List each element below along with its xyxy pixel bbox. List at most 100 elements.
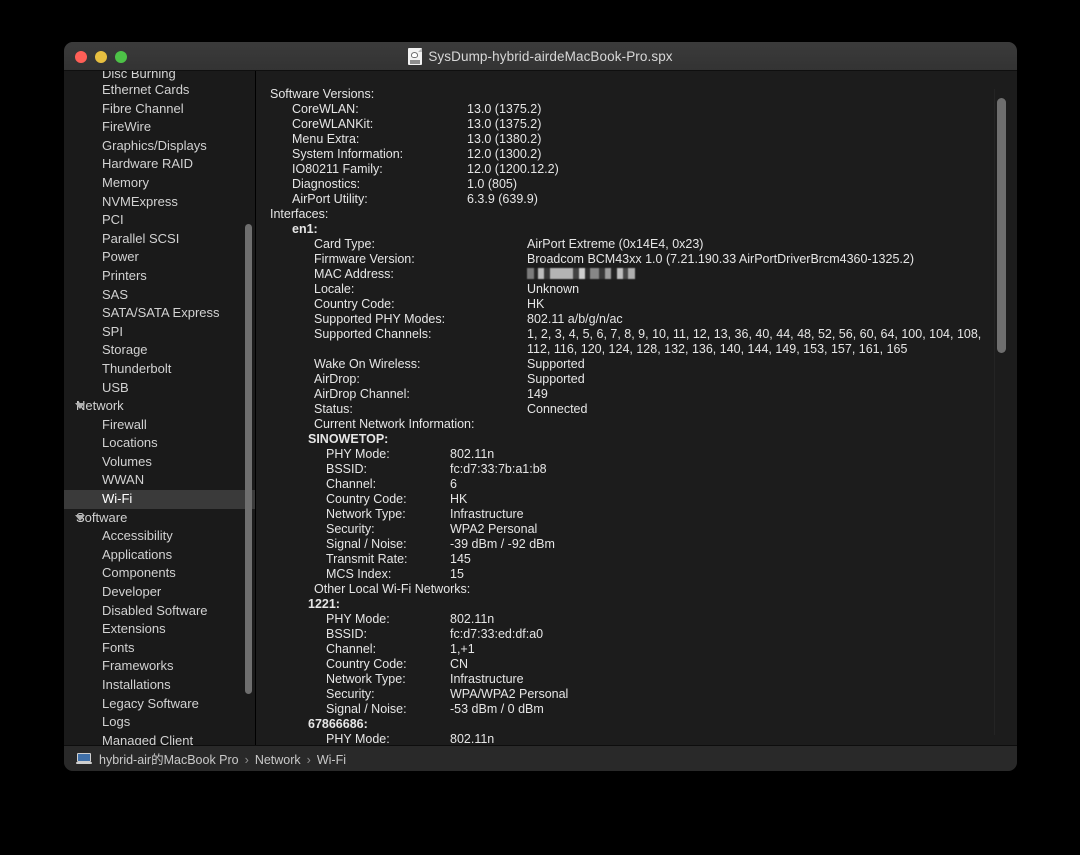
report-key: Current Network Information: — [314, 417, 475, 431]
window-body: Disc Burning Ethernet Cards Fibre Channel F… — [64, 71, 1017, 745]
sidebar-item-memory[interactable]: Memory — [64, 174, 255, 193]
status-breadcrumb-bar: hybrid-air的MacBook Pro › Network › Wi-Fi — [64, 745, 1017, 771]
report-key: Card Type: — [314, 237, 375, 251]
sidebar-item-frameworks[interactable]: Frameworks — [64, 657, 255, 676]
report-value: 1,+1 — [450, 642, 475, 656]
report-line: Interfaces: — [270, 207, 329, 221]
report-key: en1: — [292, 222, 318, 236]
sidebar-item-logs[interactable]: Logs — [64, 713, 255, 732]
report-key: CoreWLAN: — [292, 102, 359, 116]
sidebar-item-wi-fi[interactable]: Wi-Fi — [64, 490, 255, 509]
sidebar-item-fibre-channel[interactable]: Fibre Channel — [64, 100, 255, 119]
sidebar-item-storage[interactable]: Storage — [64, 341, 255, 360]
macbook-icon — [76, 753, 92, 764]
sidebar-scrollbar[interactable] — [245, 224, 252, 694]
sidebar-item-label: Developer — [102, 584, 162, 600]
report-value: Broadcom BCM43xx 1.0 (7.21.190.33 AirPor… — [527, 252, 914, 266]
report-line: Signal / Noise: -39 dBm / -92 dBm — [264, 537, 1017, 552]
window-title: SysDump-hybrid-airdeMacBook-Pro.spx — [428, 48, 673, 64]
report-line: Network Type: Infrastructure — [264, 507, 1017, 522]
sidebar-item-wwan[interactable]: WWAN — [64, 471, 255, 490]
report-key: Diagnostics: — [292, 177, 361, 191]
report-key: CoreWLANKit: — [292, 117, 374, 131]
report-key: PHY Mode: — [326, 732, 390, 745]
report-value: 6 — [450, 477, 457, 491]
breadcrumb-separator: › — [306, 752, 311, 767]
report-content[interactable]: Software Versions: CoreWLAN: 13.0 (1375.2)… — [256, 71, 1017, 745]
report-value: 6.3.9 (639.9) — [467, 192, 538, 206]
close-button[interactable] — [75, 51, 87, 63]
report-line: System Information: 12.0 (1300.2) — [264, 147, 1017, 162]
sidebar-item-hardware-raid[interactable]: Hardware RAID — [64, 155, 255, 174]
maximize-button[interactable] — [115, 51, 127, 63]
spx-document-icon — [408, 47, 423, 65]
report-line: CoreWLAN: 13.0 (1375.2) — [264, 102, 1017, 117]
report-line: Other Local Wi-Fi Networks: — [264, 582, 1017, 597]
sidebar-item-accessibility[interactable]: Accessibility — [64, 527, 255, 546]
sidebar-item-pci[interactable]: PCI — [64, 211, 255, 230]
report-value: 1.0 (805) — [467, 177, 518, 191]
sidebar-item-usb[interactable]: USB — [64, 379, 255, 398]
report-line: MCS Index: 15 — [264, 567, 1017, 582]
sidebar-item-label: Fonts — [102, 639, 135, 655]
sidebar-item-volumes[interactable]: Volumes — [64, 453, 255, 472]
window-titlebar[interactable]: SysDump-hybrid-airdeMacBook-Pro.spx — [64, 42, 1017, 71]
sidebar-item-label: Hardware RAID — [102, 156, 194, 172]
disclosure-triangle-icon[interactable] — [75, 403, 85, 410]
content-scrollbar[interactable] — [997, 98, 1006, 353]
sidebar-item-printers[interactable]: Printers — [64, 267, 255, 286]
breadcrumb-item[interactable]: hybrid-air的MacBook Pro — [99, 753, 239, 767]
sidebar-item-disc-burning[interactable]: Disc Burning — [64, 71, 255, 81]
report-value: 13.0 (1380.2) — [467, 132, 542, 146]
sidebar-item-label: Fibre Channel — [102, 100, 184, 116]
report-key: AirDrop Channel: — [314, 387, 410, 401]
sidebar-item-sata-sata-express[interactable]: SATA/SATA Express — [64, 304, 255, 323]
sidebar-item-spi[interactable]: SPI — [64, 323, 255, 342]
sidebar-item-firewall[interactable]: Firewall — [64, 416, 255, 435]
sidebar-item-legacy-software[interactable]: Legacy Software — [64, 695, 255, 714]
disclosure-triangle-icon[interactable] — [75, 514, 85, 521]
report-line: 1221: — [264, 597, 1017, 612]
sidebar-item-thunderbolt[interactable]: Thunderbolt — [64, 360, 255, 379]
sidebar-item-installations[interactable]: Installations — [64, 676, 255, 695]
sidebar-item-extensions[interactable]: Extensions — [64, 620, 255, 639]
sidebar-item-components[interactable]: Components — [64, 564, 255, 583]
report-line: BSSID: fc:d7:33:7b:a1:b8 — [264, 462, 1017, 477]
report-key: Firmware Version: — [314, 252, 415, 266]
report-line: Firmware Version: Broadcom BCM43xx 1.0 (7… — [264, 252, 1017, 267]
sidebar-item-ethernet-cards[interactable]: Ethernet Cards — [64, 81, 255, 100]
report-key: 1221: — [308, 597, 340, 611]
sidebar-item-developer[interactable]: Developer — [64, 583, 255, 602]
breadcrumb-item[interactable]: Network — [255, 753, 301, 767]
sidebar-item-label: Installations — [102, 677, 171, 692]
report-line: PHY Mode: 802.11n — [264, 732, 1017, 745]
sidebar-item-disabled-software[interactable]: Disabled Software — [64, 602, 255, 621]
sidebar-item-parallel-scsi[interactable]: Parallel SCSI — [64, 230, 255, 249]
breadcrumb-item[interactable]: Wi-Fi — [317, 753, 346, 767]
report-line: en1: — [264, 222, 1017, 237]
sidebar[interactable]: Disc Burning Ethernet Cards Fibre Channel F… — [64, 71, 256, 745]
sidebar-item-network[interactable]: Network — [64, 397, 255, 416]
report-key: Network Type: — [326, 672, 406, 686]
sidebar-item-label: Accessibility — [102, 528, 173, 544]
sidebar-item-fonts[interactable]: Fonts — [64, 639, 255, 658]
sidebar-item-software[interactable]: Software — [64, 509, 255, 528]
report-line: Diagnostics: 1.0 (805) — [264, 177, 1017, 192]
report-line: Security: WPA/WPA2 Personal — [264, 687, 1017, 702]
sidebar-item-applications[interactable]: Applications — [64, 546, 255, 565]
sidebar-item-firewire[interactable]: FireWire — [64, 118, 255, 137]
report-key: Signal / Noise: — [326, 702, 407, 716]
sidebar-item-power[interactable]: Power — [64, 248, 255, 267]
report-line: Country Code: HK — [264, 297, 1017, 312]
sidebar-item-label: SATA/SATA Express — [102, 305, 220, 321]
sidebar-item-locations[interactable]: Locations — [64, 434, 255, 453]
minimize-button[interactable] — [95, 51, 107, 63]
sidebar-item-managed-client[interactable]: Managed Client — [64, 732, 255, 745]
sidebar-item-label: Firewall — [102, 416, 147, 432]
report-value: Infrastructure — [450, 507, 524, 521]
sidebar-item-graphics-displays[interactable]: Graphics/Displays — [64, 137, 255, 156]
sidebar-item-nvmexpress[interactable]: NVMExpress — [64, 193, 255, 212]
sidebar-item-label: Frameworks — [102, 658, 174, 674]
report-value: Supported — [527, 357, 585, 371]
sidebar-item-sas[interactable]: SAS — [64, 286, 255, 305]
